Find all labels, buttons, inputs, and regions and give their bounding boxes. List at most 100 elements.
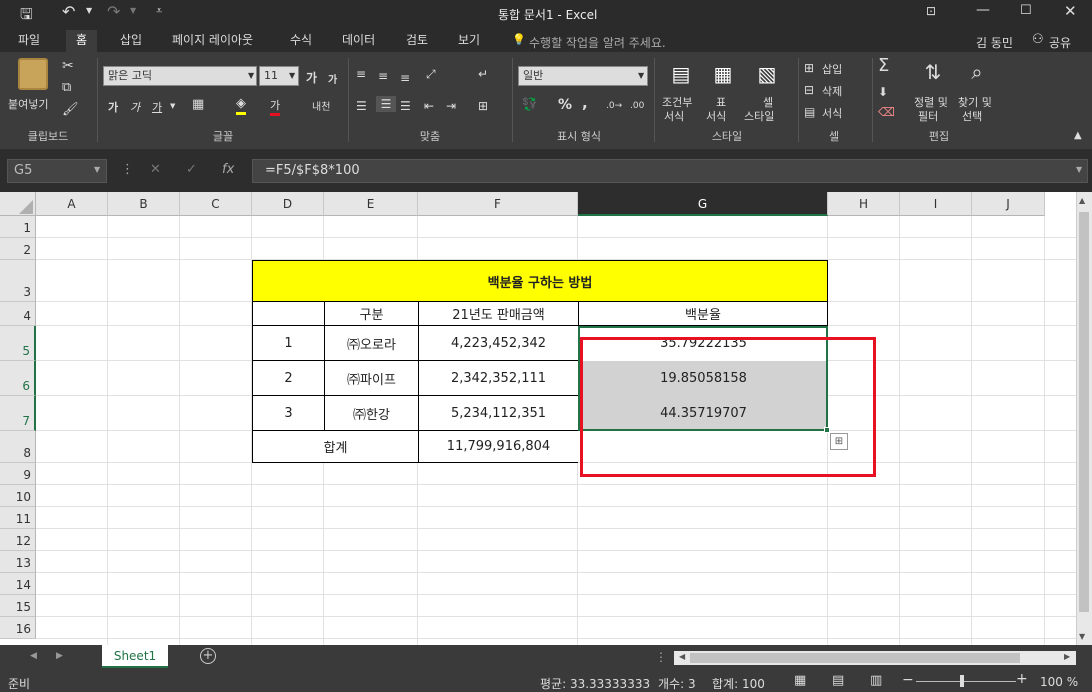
number-format-select[interactable]: 일반	[518, 66, 648, 86]
status-average[interactable]: 평균: 33.33333333	[540, 675, 650, 692]
fill-color-icon[interactable]: ◈	[236, 96, 246, 115]
row-header-1[interactable]: 1	[0, 216, 36, 238]
hscroll-left-icon[interactable]: ◀	[679, 652, 685, 661]
insert-function-icon[interactable]: fx	[222, 162, 234, 177]
sheet-scroll-right-icon[interactable]: ▶	[56, 651, 63, 661]
row-header-4[interactable]: 4	[0, 302, 36, 326]
close-icon[interactable]: ✕	[1064, 2, 1077, 20]
zoom-in-icon[interactable]: +	[1016, 671, 1028, 687]
row-header-3[interactable]: 3	[0, 260, 36, 302]
font-color-button[interactable]: 가	[270, 97, 281, 116]
company-name-cell[interactable]: ㈜파이프	[324, 361, 418, 396]
autosum-icon[interactable]: Σ	[878, 57, 889, 75]
italic-button[interactable]: 가	[130, 99, 140, 115]
wrap-text-icon[interactable]: ↵	[478, 66, 488, 82]
tab-page-layout[interactable]: 페이지 레이아웃	[166, 30, 259, 52]
zoom-slider[interactable]	[916, 681, 1016, 682]
row-header-11[interactable]: 11	[0, 507, 36, 529]
maximize-icon[interactable]: ☐	[1020, 3, 1032, 18]
row-number-cell[interactable]: 2	[252, 361, 324, 396]
status-sum[interactable]: 합계: 100	[712, 675, 765, 692]
column-header-g[interactable]: G	[578, 192, 828, 216]
decrease-decimal-icon[interactable]: .00	[630, 98, 644, 114]
bold-button[interactable]: 가	[108, 99, 118, 115]
format-as-table-button-line2[interactable]: 서식	[706, 108, 726, 124]
row-header-5[interactable]: 5	[0, 326, 36, 361]
person-icon[interactable]: ⚇	[1032, 32, 1044, 47]
row-header-7[interactable]: 7	[0, 396, 36, 431]
vertical-scroll-thumb[interactable]	[1079, 212, 1089, 612]
row-header-2[interactable]: 2	[0, 238, 36, 260]
row-header-16[interactable]: 16	[0, 617, 36, 639]
underline-button[interactable]: 가	[152, 99, 162, 115]
format-cells-icon[interactable]: ▤	[804, 104, 815, 120]
user-name[interactable]: 김 동민	[976, 34, 1013, 51]
insert-cells-button[interactable]: 삽입	[822, 61, 842, 77]
sales-amount-cell[interactable]: 4,223,452,342	[418, 326, 578, 361]
header-category-cell[interactable]: 구분	[324, 302, 418, 326]
cell-styles-icon[interactable]: ▧	[752, 60, 782, 88]
row-header-6[interactable]: 6	[0, 361, 36, 396]
sort-filter-icon[interactable]: ⇅	[918, 58, 948, 86]
name-box[interactable]: G5	[7, 159, 107, 183]
horizontal-scroll-thumb[interactable]	[690, 653, 1020, 663]
align-middle-icon[interactable]: ≡	[378, 68, 388, 84]
cancel-icon[interactable]: ✕	[150, 162, 161, 177]
column-header-b[interactable]: B	[108, 192, 180, 216]
sales-amount-cell[interactable]: 5,234,112,351	[418, 396, 578, 431]
percent-cell[interactable]: 35.79222135	[578, 326, 828, 361]
tab-insert[interactable]: 삽입	[114, 30, 148, 52]
format-cells-button[interactable]: 서식	[822, 105, 842, 121]
font-size-dropdown-icon[interactable]: ▼	[289, 71, 295, 80]
format-as-table-icon[interactable]: ▦	[708, 60, 738, 88]
header-number-cell[interactable]	[252, 302, 324, 326]
sheet-scroll-left-icon[interactable]: ◀	[30, 651, 37, 661]
phonetic-button[interactable]: 내천	[312, 98, 330, 113]
percent-style-button[interactable]: %	[558, 97, 572, 113]
total-label-cell[interactable]: 합계	[252, 431, 418, 463]
hscroll-right-icon[interactable]: ▶	[1064, 652, 1070, 661]
format-painter-icon[interactable]: 🖌	[62, 102, 79, 118]
page-layout-view-icon[interactable]: ▤	[832, 673, 844, 688]
formula-input[interactable]: =F5/$F$8*100	[252, 159, 1088, 183]
tab-split-icon[interactable]: ⋮	[655, 650, 667, 664]
row-header-9[interactable]: 9	[0, 463, 36, 485]
name-box-dropdown-icon[interactable]: ▼	[94, 165, 100, 174]
row-number-cell[interactable]: 3	[252, 396, 324, 431]
percent-cell[interactable]: 19.85058158	[578, 361, 828, 396]
align-center-icon[interactable]: ☰	[376, 96, 396, 112]
scroll-down-icon[interactable]: ▼	[1079, 632, 1085, 641]
percent-cell[interactable]: 44.35719707	[578, 396, 828, 431]
increase-indent-icon[interactable]: ⇥	[446, 98, 456, 114]
clear-icon[interactable]: ⌫	[878, 104, 895, 120]
insert-cells-icon[interactable]: ⊞	[804, 60, 814, 76]
ribbon-display-options-icon[interactable]: ⊡	[926, 4, 936, 18]
font-name-select[interactable]: 맑은 고딕	[103, 66, 257, 86]
table-title-cell[interactable]: 백분율 구하는 방법	[252, 260, 828, 302]
font-name-dropdown-icon[interactable]: ▼	[248, 71, 254, 80]
row-header-8[interactable]: 8	[0, 431, 36, 463]
status-count[interactable]: 개수: 3	[658, 675, 696, 692]
borders-icon[interactable]: ▦	[192, 97, 204, 113]
expand-formula-bar-icon[interactable]: ▼	[1076, 165, 1082, 174]
paste-icon[interactable]	[18, 58, 48, 90]
customize-qat-icon[interactable]: ⩡	[156, 4, 162, 18]
cell-styles-button-line2[interactable]: 스타일	[744, 108, 774, 124]
company-name-cell[interactable]: ㈜오로라	[324, 326, 418, 361]
align-left-icon[interactable]: ☰	[356, 98, 367, 114]
row-header-13[interactable]: 13	[0, 551, 36, 573]
minimize-icon[interactable]: —	[976, 2, 990, 18]
company-name-cell[interactable]: ㈜한강	[324, 396, 418, 431]
normal-view-icon[interactable]: ▦	[794, 673, 806, 688]
sheet-tab-sheet1[interactable]: Sheet1	[102, 645, 168, 668]
sales-amount-cell[interactable]: 2,342,352,111	[418, 361, 578, 396]
zoom-level[interactable]: 100 %	[1040, 675, 1078, 689]
tab-home[interactable]: 홈	[66, 30, 98, 52]
fill-icon[interactable]: ⬇	[878, 84, 888, 100]
row-header-12[interactable]: 12	[0, 529, 36, 551]
column-header-e[interactable]: E	[324, 192, 418, 216]
tab-file[interactable]: 파일	[12, 30, 46, 52]
save-icon[interactable]: 🖫	[20, 4, 38, 23]
merge-center-icon[interactable]: ⊞	[478, 98, 488, 114]
undo-icon[interactable]: ↶	[62, 2, 75, 21]
